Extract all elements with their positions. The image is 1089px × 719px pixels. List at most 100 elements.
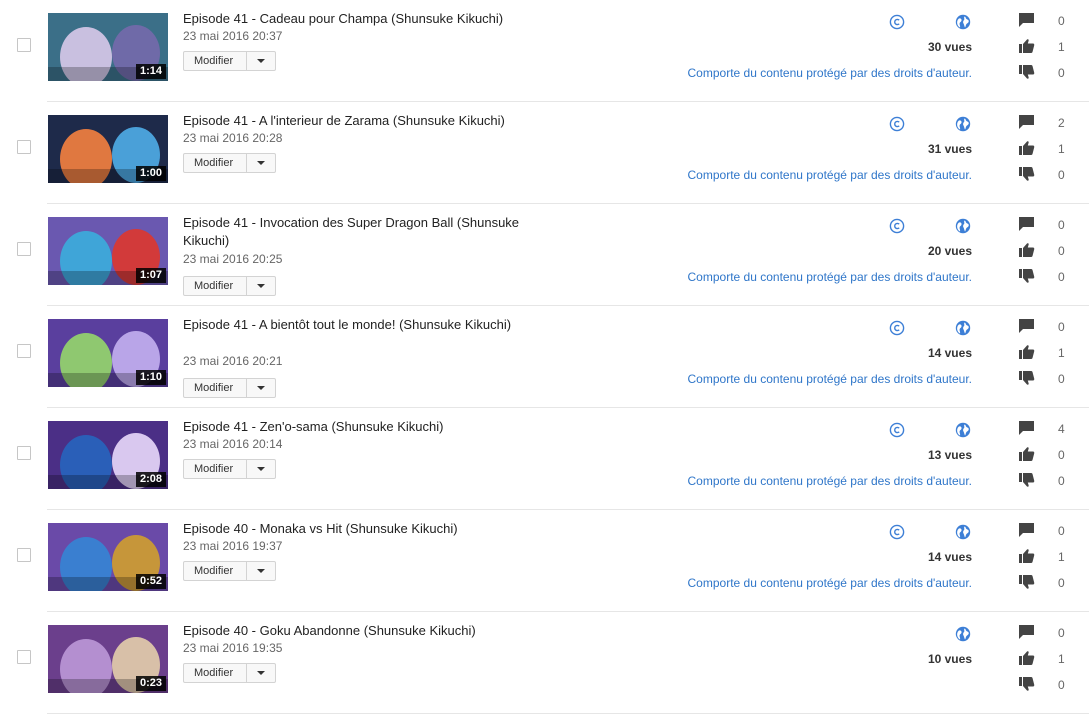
duration-badge: 1:07 [135, 268, 166, 283]
comment-icon [1019, 625, 1034, 639]
view-count: 13 vues [927, 448, 972, 462]
edit-menu-button[interactable] [246, 379, 275, 397]
upload-date: 23 mai 2016 19:37 [183, 539, 283, 553]
chevron-down-icon [257, 59, 265, 63]
duration-badge: 1:14 [135, 64, 166, 79]
video-title[interactable]: Episode 40 - Goku Abandonne (Shunsuke Ki… [183, 622, 543, 640]
copyright-claim-link[interactable]: Comporte du contenu protégé par des droi… [688, 168, 972, 182]
edit-button[interactable]: Modifier [184, 562, 246, 580]
copyright-icon[interactable] [889, 218, 905, 234]
copyright-claim-link[interactable]: Comporte du contenu protégé par des droi… [688, 372, 972, 386]
globe-icon[interactable] [955, 422, 971, 438]
like-count: 1 [1058, 346, 1065, 360]
edit-button[interactable]: Modifier [184, 154, 246, 172]
video-thumbnail[interactable]: 0:23 [48, 625, 168, 693]
copyright-icon[interactable] [889, 14, 905, 30]
select-checkbox[interactable] [17, 344, 31, 358]
thumbs-up-icon [1019, 39, 1035, 53]
edit-menu-button[interactable] [246, 664, 275, 682]
thumbs-down-icon [1019, 65, 1035, 79]
globe-icon[interactable] [955, 14, 971, 30]
edit-button[interactable]: Modifier [184, 277, 246, 295]
video-title[interactable]: Episode 40 - Monaka vs Hit (Shunsuke Kik… [183, 520, 543, 538]
video-row: 1:00 Episode 41 - A l'interieur de Zaram… [0, 102, 1089, 204]
select-checkbox[interactable] [17, 650, 31, 664]
globe-icon[interactable] [955, 218, 971, 234]
copyright-claim-link[interactable]: Comporte du contenu protégé par des droi… [688, 66, 972, 80]
upload-date: 23 mai 2016 19:35 [183, 641, 283, 655]
edit-button[interactable]: Modifier [184, 460, 246, 478]
copyright-icon[interactable] [889, 320, 905, 336]
video-row: 2:08 Episode 41 - Zen'o-sama (Shunsuke K… [0, 408, 1089, 510]
globe-icon[interactable] [955, 116, 971, 132]
edit-button[interactable]: Modifier [184, 52, 246, 70]
thumbs-up-icon [1019, 447, 1035, 461]
globe-icon[interactable] [955, 524, 971, 540]
comment-icon [1019, 319, 1034, 333]
edit-button-group: Modifier [183, 663, 276, 683]
chevron-down-icon [257, 569, 265, 573]
select-checkbox[interactable] [17, 548, 31, 562]
like-count: 1 [1058, 142, 1065, 156]
copyright-icon[interactable] [889, 524, 905, 540]
dislike-count: 0 [1058, 576, 1065, 590]
thumbs-down-icon [1019, 167, 1035, 181]
video-thumbnail[interactable]: 0:52 [48, 523, 168, 591]
dislike-count: 0 [1058, 168, 1065, 182]
video-row: 1:14 Episode 41 - Cadeau pour Champa (Sh… [0, 0, 1089, 102]
video-row: 1:07 Episode 41 - Invocation des Super D… [0, 204, 1089, 306]
view-count: 14 vues [927, 346, 972, 360]
copyright-claim-link[interactable]: Comporte du contenu protégé par des droi… [688, 270, 972, 284]
duration-badge: 1:10 [135, 370, 166, 385]
view-count: 31 vues [927, 142, 972, 156]
upload-date: 23 mai 2016 20:28 [183, 131, 283, 145]
select-checkbox[interactable] [17, 38, 31, 52]
copyright-icon[interactable] [889, 422, 905, 438]
comment-count: 0 [1058, 14, 1065, 28]
edit-menu-button[interactable] [246, 154, 275, 172]
edit-button-group: Modifier [183, 561, 276, 581]
duration-badge: 0:52 [135, 574, 166, 589]
upload-date: 23 mai 2016 20:25 [183, 252, 283, 266]
comment-count: 0 [1058, 218, 1065, 232]
dislike-count: 0 [1058, 474, 1065, 488]
duration-badge: 2:08 [135, 472, 166, 487]
copyright-icon[interactable] [889, 116, 905, 132]
copyright-claim-link[interactable]: Comporte du contenu protégé par des droi… [688, 474, 972, 488]
edit-button[interactable]: Modifier [184, 664, 246, 682]
like-count: 1 [1058, 652, 1065, 666]
edit-menu-button[interactable] [246, 460, 275, 478]
globe-icon[interactable] [955, 320, 971, 336]
like-count: 1 [1058, 550, 1065, 564]
select-checkbox[interactable] [17, 446, 31, 460]
edit-button[interactable]: Modifier [184, 379, 246, 397]
video-title[interactable]: Episode 41 - Zen'o-sama (Shunsuke Kikuch… [183, 418, 543, 436]
video-row: 1:10 Episode 41 - A bientôt tout le mond… [0, 306, 1089, 408]
globe-icon[interactable] [955, 626, 971, 642]
chevron-down-icon [257, 671, 265, 675]
comment-count: 0 [1058, 626, 1065, 640]
dislike-count: 0 [1058, 372, 1065, 386]
like-count: 0 [1058, 244, 1065, 258]
thumbs-down-icon [1019, 575, 1035, 589]
row-divider [47, 713, 1089, 714]
edit-menu-button[interactable] [246, 562, 275, 580]
video-thumbnail[interactable]: 1:14 [48, 13, 168, 81]
select-checkbox[interactable] [17, 242, 31, 256]
video-title[interactable]: Episode 41 - A l'interieur de Zarama (Sh… [183, 112, 543, 130]
video-thumbnail[interactable]: 1:00 [48, 115, 168, 183]
edit-menu-button[interactable] [246, 52, 275, 70]
video-title[interactable]: Episode 41 - Invocation des Super Dragon… [183, 214, 543, 250]
edit-menu-button[interactable] [246, 277, 275, 295]
like-count: 0 [1058, 448, 1065, 462]
video-thumbnail[interactable]: 1:07 [48, 217, 168, 285]
copyright-claim-link[interactable]: Comporte du contenu protégé par des droi… [688, 576, 972, 590]
video-title[interactable]: Episode 41 - A bientôt tout le monde! (S… [183, 316, 543, 334]
thumbs-down-icon [1019, 269, 1035, 283]
select-checkbox[interactable] [17, 140, 31, 154]
video-thumbnail[interactable]: 1:10 [48, 319, 168, 387]
video-thumbnail[interactable]: 2:08 [48, 421, 168, 489]
thumbs-up-icon [1019, 141, 1035, 155]
dislike-count: 0 [1058, 270, 1065, 284]
video-title[interactable]: Episode 41 - Cadeau pour Champa (Shunsuk… [183, 10, 543, 28]
